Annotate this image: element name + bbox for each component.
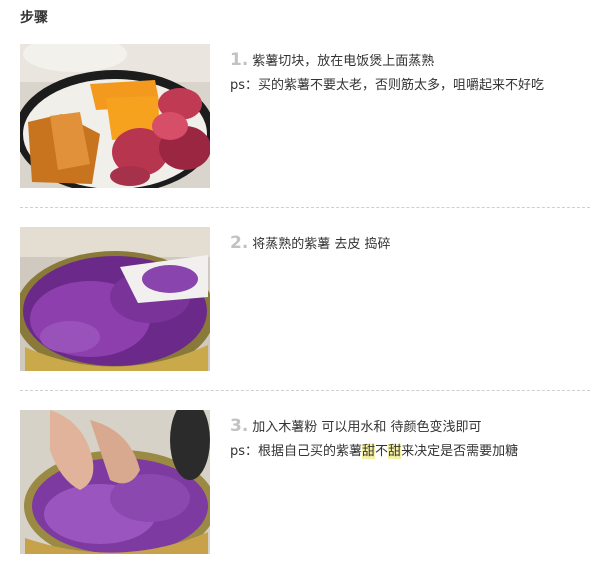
step-3-note-part: 不 [375,444,389,459]
step-3-text: 3. 加入木薯粉 可以用水和 待颜色变浅即可 ps：根据自己买的紫薯甜不甜来决定是… [230,414,590,464]
step-2-label: 将蒸熟的紫薯 去皮 捣碎 [252,237,391,252]
step-1-text: 1. 紫薯切块，放在电饭煲上面蒸熟 ps：买的紫薯不要太老，否则筋太多，咀嚼起来不… [230,48,590,98]
step-3-instruction: 3. 加入木薯粉 可以用水和 待颜色变浅即可 [230,414,590,440]
step-1-note: ps：买的紫薯不要太老，否则筋太多，咀嚼起来不好吃 [230,78,545,93]
step-2: 2. 将蒸熟的紫薯 去皮 捣碎 [20,227,590,371]
step-1-instruction: 1. 紫薯切块，放在电饭煲上面蒸熟 [230,48,590,74]
step-2-photo [20,227,210,371]
step-2-number: 2. [230,233,249,253]
highlighted-word: 甜 [362,444,376,459]
step-2-text: 2. 将蒸熟的紫薯 去皮 捣碎 [230,231,590,257]
step-3-note-part: ps：根据自己买的紫薯 [230,444,363,459]
step-1: 1. 紫薯切块，放在电饭煲上面蒸熟 ps：买的紫薯不要太老，否则筋太多，咀嚼起来不… [20,44,590,188]
step-1-label: 紫薯切块，放在电饭煲上面蒸熟 [252,54,435,69]
step-3-note: ps：根据自己买的紫薯甜不甜来决定是否需要加糖 [230,440,590,464]
step-1-number: 1. [230,50,249,70]
step-3-label: 加入木薯粉 可以用水和 待颜色变浅即可 [252,420,482,435]
step-3-note-part: 来决定是否需要加糖 [401,444,519,459]
divider [20,207,590,208]
step-3: 3. 加入木薯粉 可以用水和 待颜色变浅即可 ps：根据自己买的紫薯甜不甜来决定是… [20,410,590,554]
section-title: 步骤 [20,10,48,26]
divider [20,390,590,391]
step-3-number: 3. [230,416,249,436]
highlighted-word: 甜 [388,444,402,459]
step-3-photo [20,410,210,554]
step-2-instruction: 2. 将蒸熟的紫薯 去皮 捣碎 [230,231,590,257]
step-1-photo [20,44,210,188]
